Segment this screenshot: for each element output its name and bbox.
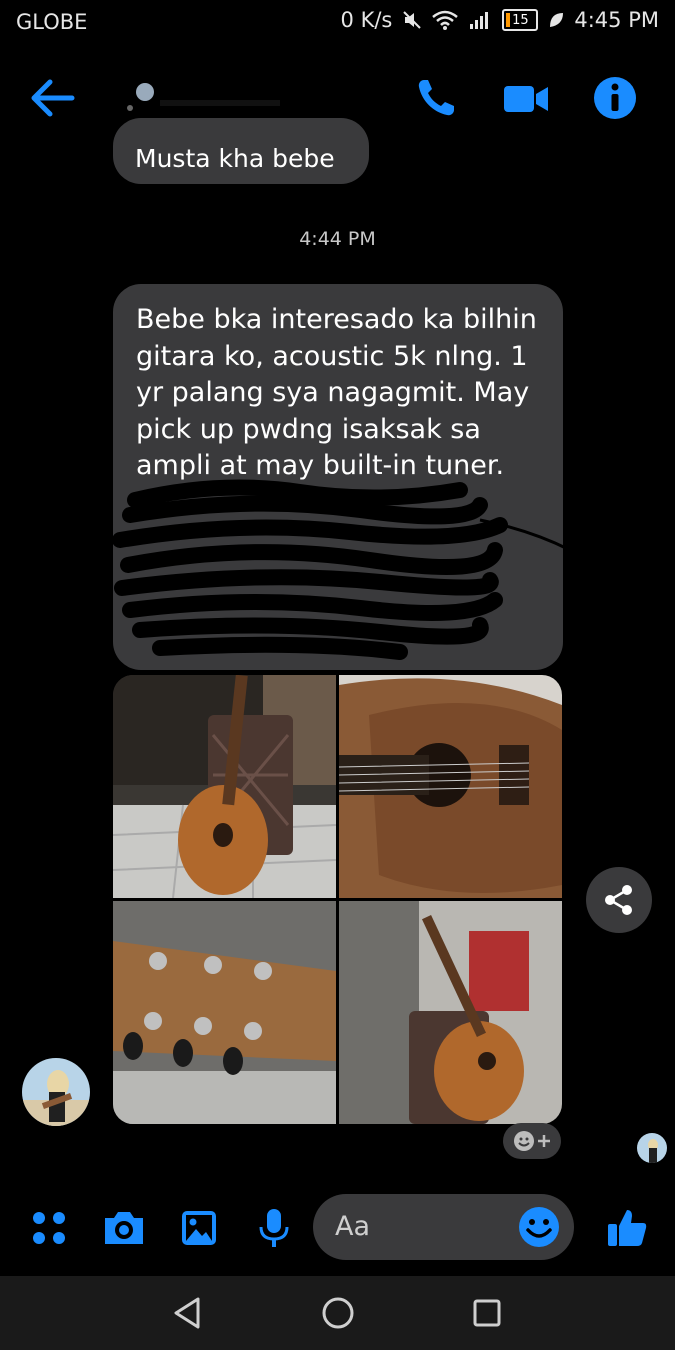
back-triangle-icon[interactable] (168, 1293, 208, 1333)
status-indicators: 0 K/s 15 4:45 PM (341, 8, 659, 32)
status-bar: GLOBE 0 K/s 15 4:45 PM (0, 0, 675, 46)
like-icon[interactable] (603, 1204, 651, 1252)
video-camera-icon[interactable] (502, 74, 550, 122)
carrier-label: GLOBE (16, 10, 88, 34)
previous-message-text: Musta kha bebe (135, 144, 335, 173)
add-reaction-button[interactable] (503, 1123, 561, 1159)
system-nav-bar (0, 1276, 675, 1350)
sender-avatar[interactable] (22, 1058, 90, 1126)
photo-guitar-in-room[interactable] (339, 901, 562, 1124)
signal-icon (470, 12, 489, 29)
message-composer: Aa (0, 1186, 675, 1270)
smiley-icon (514, 1131, 534, 1151)
microphone-icon[interactable] (250, 1204, 298, 1252)
info-icon[interactable] (591, 74, 639, 122)
share-button[interactable] (586, 867, 652, 933)
seen-indicator-avatar (637, 1133, 667, 1163)
message-timestamp: 4:44 PM (299, 228, 376, 250)
battery-level: 15 (512, 12, 529, 28)
status-time: 4:45 PM (574, 8, 659, 32)
photo-guitar-headstock[interactable] (113, 901, 336, 1124)
plus-icon (538, 1135, 550, 1147)
main-message-text: Bebe bka interesado ka bilhin gitara ko,… (136, 304, 537, 481)
message-input[interactable]: Aa (313, 1194, 574, 1260)
redaction-scribble (112, 479, 571, 660)
message-input-placeholder: Aa (335, 1211, 371, 1242)
wifi-icon (432, 10, 459, 30)
share-icon (605, 885, 632, 915)
photo-guitar-body-closeup[interactable] (339, 675, 562, 898)
gallery-icon[interactable] (175, 1204, 223, 1252)
emoji-icon[interactable] (517, 1205, 561, 1249)
previous-message-bubble[interactable]: Musta kha bebe (113, 118, 369, 184)
home-circle-icon[interactable] (318, 1293, 358, 1333)
camera-icon[interactable] (100, 1204, 148, 1252)
battery-icon: 15 (502, 9, 539, 31)
apps-icon[interactable] (25, 1204, 73, 1252)
mute-icon (403, 11, 422, 29)
photo-guitar-on-chair[interactable] (113, 675, 336, 898)
recents-square-icon[interactable] (467, 1293, 507, 1333)
leaf-icon (550, 13, 564, 27)
phone-icon[interactable] (412, 74, 460, 122)
arrow-left-icon[interactable] (28, 78, 76, 118)
net-speed: 0 K/s (340, 8, 393, 32)
